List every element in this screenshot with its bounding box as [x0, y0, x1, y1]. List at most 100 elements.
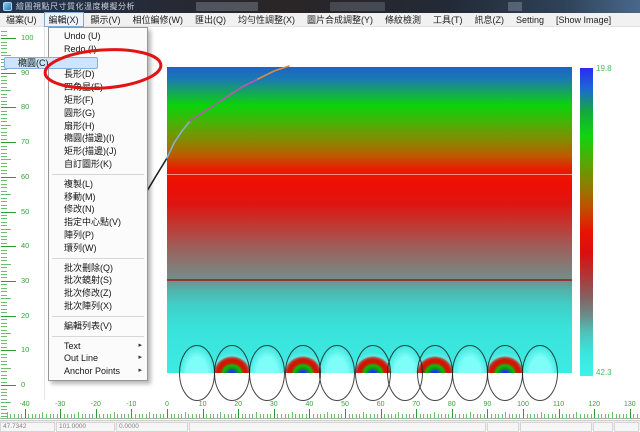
ruler-tick [324, 414, 325, 418]
ruler-tick [39, 414, 40, 418]
edit-menu-item[interactable]: 自訂圖形(K) [49, 158, 147, 171]
ruler-tick [1, 159, 11, 160]
titlebar-highlight [508, 2, 522, 11]
ruler-tick [110, 414, 111, 418]
edit-menu-item[interactable]: Undo (U) [49, 30, 147, 43]
edit-menu-item[interactable]: 複製(L) [49, 178, 147, 191]
ruler-tick [231, 414, 232, 418]
edit-menu-item[interactable]: 批次陣列(X) [49, 300, 147, 313]
ruler-tick [1, 97, 7, 98]
ruler-tick [1, 239, 7, 240]
ruler-tick [295, 414, 296, 418]
ruler-tick [409, 414, 410, 418]
menubar-item[interactable]: 相位編修(W) [128, 12, 189, 27]
ruler-tick [1, 52, 7, 53]
edit-menu-item[interactable]: Redo (I) [49, 43, 147, 56]
ruler-tick [1, 83, 7, 84]
ruler-tick [623, 414, 624, 418]
menubar-item[interactable]: 條紋檢測 [380, 12, 426, 27]
edit-menu-item[interactable]: 矩形(F) [49, 94, 147, 107]
edit-menu-item[interactable]: 環列(W) [49, 242, 147, 255]
ruler-tick [1, 201, 7, 202]
ruler-tick [288, 414, 289, 418]
edit-menu-item[interactable]: 扇形(H) [49, 120, 147, 133]
ruler-tick [576, 412, 577, 418]
menubar-item[interactable]: 檔案(U) [1, 12, 42, 27]
menu-separator [52, 174, 144, 175]
ruler-tick [1, 194, 11, 195]
menubar-item[interactable]: 編輯(X) [44, 12, 84, 27]
edit-menu-item[interactable]: 批次刪除(Q) [49, 262, 147, 275]
edit-menu-item[interactable]: Out Line▸ [49, 352, 147, 365]
ruler-tick [1, 42, 7, 43]
edit-menu-item-label: 陣列(P) [64, 230, 94, 240]
menubar-item[interactable]: 訊息(Z) [470, 12, 510, 27]
ruler-tick [438, 414, 439, 418]
ruler-tick [1, 264, 11, 265]
isoline-lower [167, 279, 572, 281]
menubar-item[interactable]: [Show Image] [551, 14, 616, 26]
ruler-tick [441, 414, 442, 418]
statusbar-cell [487, 422, 519, 432]
edit-menu-item[interactable]: 批次修改(Z) [49, 287, 147, 300]
edit-menu-item[interactable]: 圓形(G) [49, 107, 147, 120]
edit-menu-item[interactable]: 橢圓(描邊)(I) [49, 132, 147, 145]
menubar-item[interactable]: 圖片合成調整(Y) [302, 12, 378, 27]
edit-menu-item[interactable]: 指定中心點(V) [49, 216, 147, 229]
menubar-item[interactable]: 工具(T) [428, 12, 468, 27]
edit-menu-item[interactable]: Text▸ [49, 340, 147, 353]
edit-menu-item[interactable]: 矩形(描邊)(J) [49, 145, 147, 158]
ruler-tick [1, 385, 16, 386]
ruler-tick [292, 412, 293, 418]
ruler-tick [1, 153, 7, 154]
ruler-tick [1, 198, 7, 199]
ruler-tick [1, 236, 7, 237]
ruler-tick [50, 414, 51, 418]
edit-menu-item[interactable]: 移動(M) [49, 191, 147, 204]
ruler-tick [1, 118, 7, 119]
ruler-tick [1, 323, 7, 324]
ruler-tick [374, 414, 375, 418]
edit-menu-item-label: 橢圓(C) [18, 58, 49, 68]
ruler-tick [1, 246, 16, 247]
ruler-tick [274, 409, 275, 418]
ruler-tick [448, 414, 449, 418]
ruler-tick [64, 414, 65, 418]
menubar-item[interactable]: 顯示(V) [86, 12, 126, 27]
ruler-tick [1, 309, 7, 310]
edit-menu-item[interactable]: 長形(D) [49, 68, 147, 81]
ruler-tick [1, 208, 7, 209]
ruler-tick [1, 218, 7, 219]
ruler-tick [142, 414, 143, 418]
ruler-tick [519, 414, 520, 418]
edit-menu-item-label: 修改(N) [64, 204, 95, 214]
edit-menu-item[interactable]: Anchor Points▸ [49, 365, 147, 378]
ruler-tick [1, 135, 7, 136]
edit-menu-item[interactable]: 編輯列表(V) [49, 320, 147, 333]
edit-menu-item[interactable]: 四角星(E) [49, 81, 147, 94]
ruler-tick [1, 361, 7, 362]
ruler-tick [584, 414, 585, 418]
colorbar-gradient [580, 68, 593, 376]
rainbow-bullseye [209, 352, 255, 373]
ruler-tick [430, 414, 431, 418]
ruler-tick [220, 412, 221, 418]
edit-menu-item[interactable]: 陣列(P) [49, 229, 147, 242]
edit-menu-item-label: 批次鏡射(S) [64, 275, 112, 285]
menubar-item[interactable]: Setting [511, 14, 549, 26]
edit-menu-item[interactable]: 修改(N) [49, 203, 147, 216]
ruler-label: 110 [553, 401, 564, 408]
ruler-tick [605, 414, 606, 418]
status-bar: 47.7342101.00000.0000 [0, 420, 640, 430]
ruler-tick [1, 163, 7, 164]
menubar-item[interactable]: 均勻性調整(X) [233, 12, 300, 27]
ruler-tick [1, 212, 16, 213]
ruler-tick [1, 128, 7, 129]
ruler-tick [1, 288, 7, 289]
statusbar-cell: 0.0000 [116, 422, 188, 432]
ruler-tick [1, 291, 7, 292]
thermal-image[interactable] [167, 67, 572, 373]
edit-menu-dropdown: Undo (U)Redo (I)橢圓(C)長形(D)四角星(E)矩形(F)圓形(… [48, 27, 148, 381]
edit-menu-item[interactable]: 批次鏡射(S) [49, 274, 147, 287]
menubar-item[interactable]: 匯出(Q) [190, 12, 231, 27]
